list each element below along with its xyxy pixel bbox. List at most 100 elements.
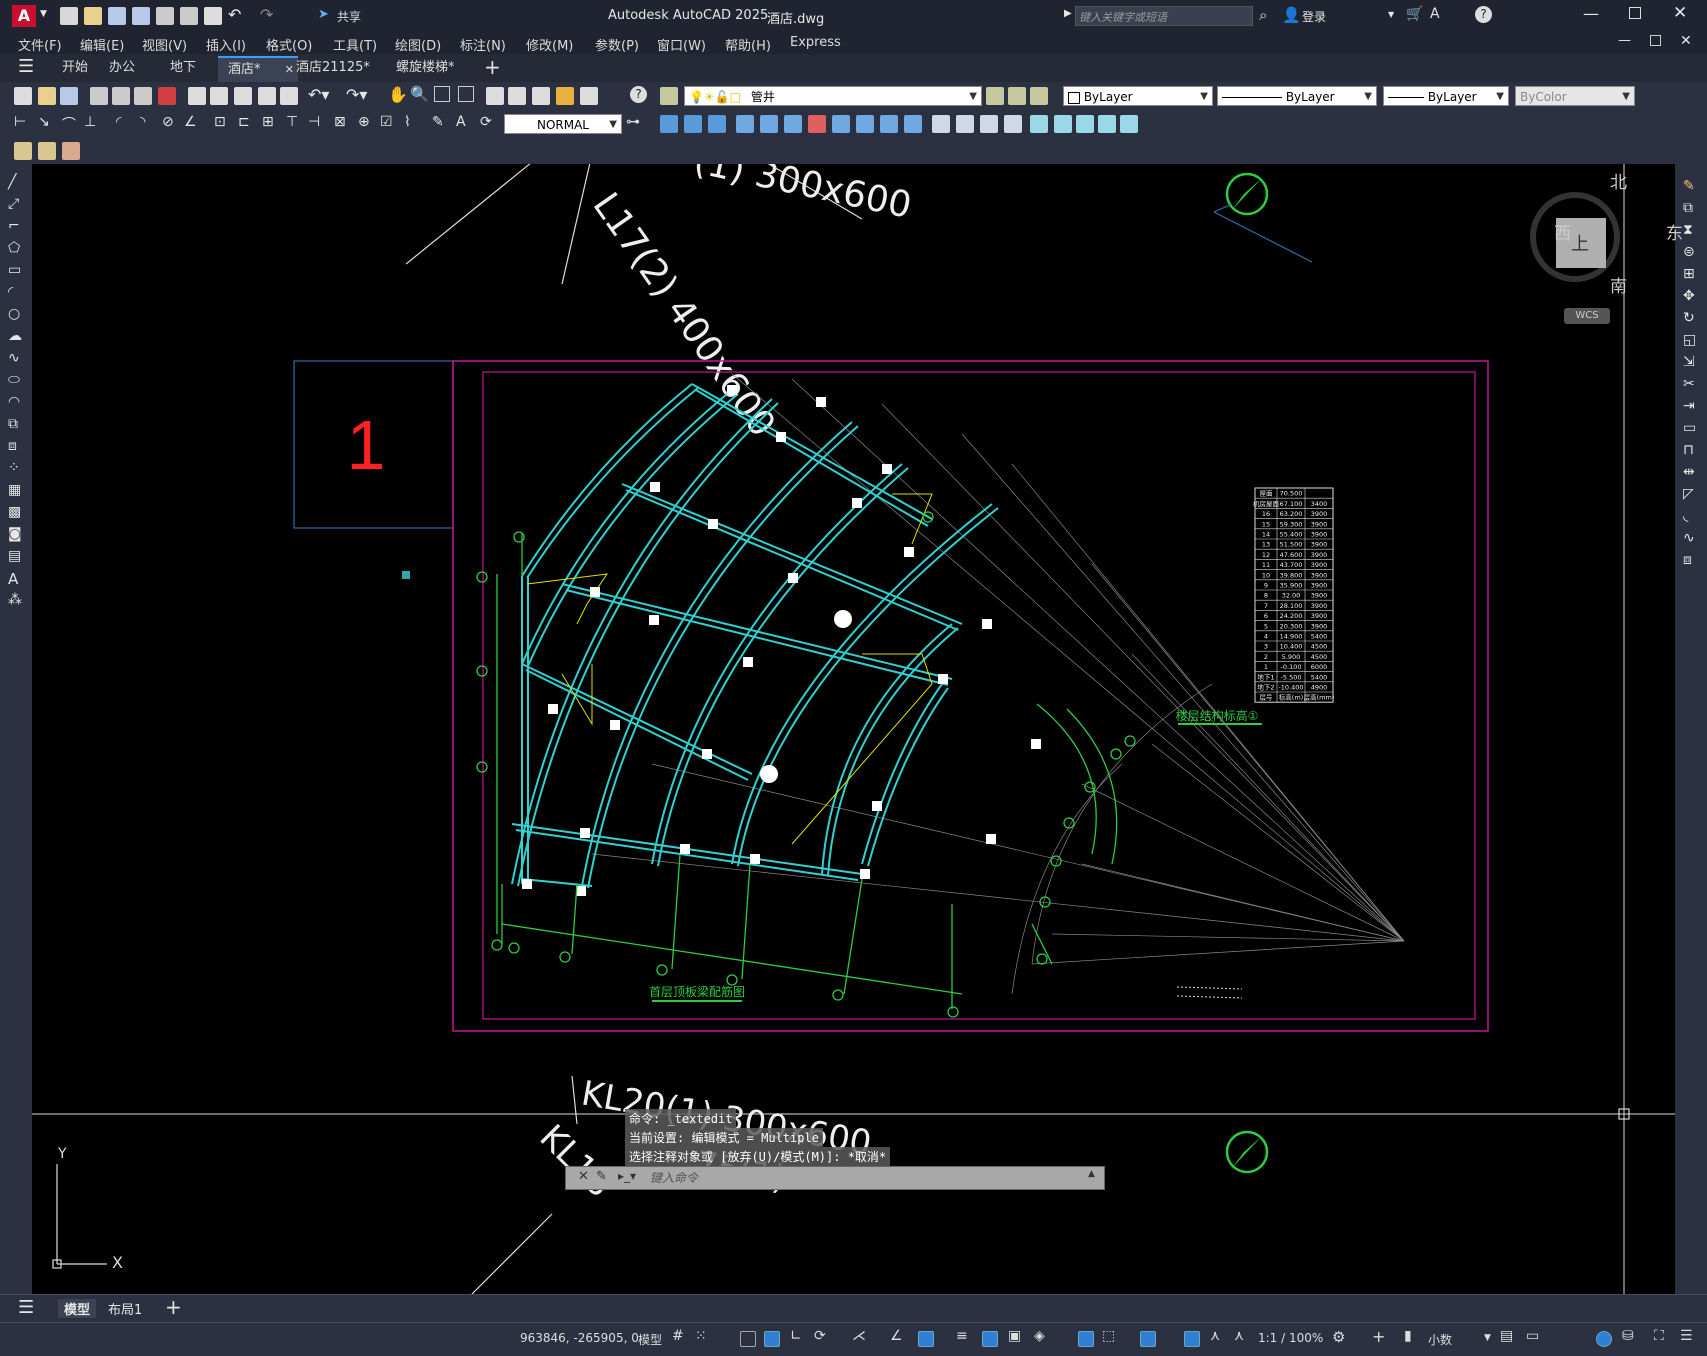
command-prompt-icon[interactable]: ▸_▾ <box>618 1169 636 1183</box>
cut-icon[interactable] <box>188 87 206 105</box>
dim-angular-icon[interactable]: ∠ <box>184 114 197 130</box>
isolate-objects-icon[interactable] <box>1596 1331 1612 1347</box>
design-center-icon[interactable] <box>508 87 526 105</box>
ucs-view-icon[interactable] <box>1076 115 1094 133</box>
save-as-icon[interactable] <box>132 7 150 25</box>
ellipse-icon[interactable]: ⬭ <box>8 372 20 388</box>
polar-icon[interactable]: ⟳ <box>814 1328 826 1344</box>
blend-icon[interactable]: ∿ <box>1683 530 1695 546</box>
dim-edit-icon[interactable]: ✎ <box>432 114 444 130</box>
tab-office[interactable]: 办公 <box>99 56 145 80</box>
viewcube-west[interactable]: 西 <box>1554 219 1571 244</box>
annotation-scale-sb-icon[interactable]: ⋏ <box>1234 1328 1244 1344</box>
dim-style-dropdown[interactable]: NORMAL ▼ <box>504 114 622 134</box>
quick-properties-icon[interactable]: ▤ <box>1500 1328 1513 1344</box>
drawing-canvas[interactable]: L17(2) 400x600 (1) 300x600 1 屋面 70.500 机… <box>32 164 1683 1294</box>
gradient-icon[interactable]: ▩ <box>8 504 21 520</box>
ucs-world-icon[interactable] <box>1054 115 1072 133</box>
dim-aligned-icon[interactable]: ↘ <box>38 114 50 130</box>
line-icon[interactable]: ╱ <box>8 174 16 190</box>
cart-icon[interactable]: 🛒 <box>1406 6 1423 22</box>
grip-square[interactable] <box>402 571 410 579</box>
copy-r-icon[interactable]: ⧉ <box>1683 200 1693 216</box>
dim-break-icon[interactable]: ⊣ <box>308 114 320 130</box>
region-icon[interactable]: ◙ <box>8 526 22 542</box>
maximize-icon[interactable] <box>1629 7 1641 19</box>
dim-update-icon[interactable]: ⟳ <box>480 114 492 130</box>
publish-tb-icon[interactable] <box>134 87 152 105</box>
annotation-scale-icon[interactable] <box>14 142 32 160</box>
autodesk-a360-icon[interactable]: A <box>1430 6 1440 22</box>
pan-icon[interactable]: ✋ <box>388 85 408 104</box>
undo-tb-icon[interactable]: ↶▾ <box>308 85 329 104</box>
expand-arrow-icon[interactable]: ▶ <box>1064 8 1072 19</box>
arc-icon[interactable]: ◜ <box>8 284 13 300</box>
revision-cloud-icon[interactable]: ☁ <box>8 328 22 344</box>
dynamic-input-icon[interactable] <box>764 1331 780 1347</box>
chamfer-icon[interactable]: ◸ <box>1683 486 1694 502</box>
ortho-icon[interactable]: ∟ <box>790 1328 802 1344</box>
view-side-icon[interactable] <box>956 115 974 133</box>
make-block-icon[interactable]: ⧈ <box>8 438 17 454</box>
erase-r-icon[interactable]: ✎ <box>1683 178 1695 194</box>
user-icon[interactable]: 👤 <box>1282 6 1301 24</box>
menu-tools[interactable]: 工具(T) <box>333 35 377 54</box>
hardware-accel-icon[interactable]: ⛁ <box>1622 1328 1634 1344</box>
inspection-icon[interactable]: ☑ <box>380 114 393 130</box>
viewcube[interactable]: 上 <box>1530 192 1620 282</box>
isodraft-icon[interactable]: ⋌ <box>852 1328 866 1344</box>
menu-help[interactable]: 帮助(H) <box>725 35 771 54</box>
app-logo[interactable]: A <box>12 5 36 27</box>
tab-hotel-21125[interactable]: 酒店21125* <box>286 56 380 80</box>
stretch-r-icon[interactable]: ⇲ <box>1683 354 1695 370</box>
layer-previous-icon[interactable] <box>1008 87 1026 105</box>
view-front-icon[interactable] <box>932 115 950 133</box>
selection-cycling-icon[interactable]: ▣ <box>1008 1328 1021 1344</box>
workspace-gear-icon[interactable]: ⚙ <box>1332 1328 1345 1346</box>
ungroup-icon[interactable] <box>904 115 922 133</box>
linetype-dropdown[interactable]: ByLayer ▼ <box>1217 86 1377 106</box>
view-top-icon[interactable] <box>980 115 998 133</box>
zoom-window-icon[interactable] <box>434 86 450 102</box>
dim-arc-icon[interactable]: ⌒ <box>62 114 76 134</box>
app-menu-chevron-icon[interactable]: ▼ <box>40 9 47 19</box>
close-icon[interactable]: ✕ <box>1673 3 1687 23</box>
selection-filter-icon[interactable]: ⬚ <box>1102 1328 1115 1344</box>
erase-icon[interactable] <box>808 115 826 133</box>
ucs-3point-icon[interactable] <box>1120 115 1138 133</box>
extend-icon[interactable]: ⇥ <box>1683 398 1695 414</box>
new-icon[interactable] <box>60 7 78 25</box>
qopen-icon[interactable] <box>38 87 56 105</box>
qnew-icon[interactable] <box>14 87 32 105</box>
add-selected-icon[interactable]: ⁂ <box>8 592 22 608</box>
table-icon[interactable]: ▤ <box>8 548 21 564</box>
snap-icon[interactable]: ⁙ <box>695 1328 707 1344</box>
sync-scale-icon[interactable] <box>62 142 80 160</box>
fillet-icon[interactable]: ◟ <box>1683 508 1688 524</box>
login-button[interactable]: 登录 <box>1302 8 1326 25</box>
spline-icon[interactable]: ∿ <box>8 350 20 366</box>
add-scale-icon[interactable] <box>38 142 56 160</box>
menu-format[interactable]: 格式(O) <box>266 35 312 54</box>
break-icon[interactable] <box>856 115 874 133</box>
menu-view[interactable]: 视图(V) <box>142 35 187 54</box>
trim-icon[interactable]: ✂ <box>1683 376 1695 392</box>
circle-icon[interactable]: ○ <box>8 306 20 322</box>
lineweight-icon[interactable]: ≡ <box>956 1328 968 1344</box>
publish-icon[interactable] <box>156 7 174 25</box>
annotation-monitor-icon[interactable]: + <box>1372 1327 1385 1346</box>
dim-radius-icon[interactable]: ◜ <box>116 114 121 130</box>
explode-icon[interactable]: ⧈ <box>1683 552 1692 568</box>
dim-diameter-icon[interactable]: ⊘ <box>162 114 174 130</box>
plotstyle-dropdown[interactable]: ByColor ▼ <box>1515 86 1635 106</box>
insert-block-icon[interactable]: ⧉ <box>8 416 18 432</box>
plot-tb-icon[interactable] <box>90 87 108 105</box>
infer-constraints-icon[interactable] <box>740 1331 756 1347</box>
units-chevron-icon[interactable]: ▼ <box>1484 1333 1491 1343</box>
quick-dim-icon[interactable]: ⊡ <box>214 114 226 130</box>
auto-scale-icon[interactable]: ⋏ <box>1210 1328 1220 1344</box>
tab-start[interactable]: 开始 <box>52 56 98 80</box>
units-value[interactable]: 小数 <box>1428 1331 1452 1348</box>
ucs-object-icon[interactable] <box>1098 115 1116 133</box>
rectangle-icon[interactable]: ▭ <box>8 262 21 278</box>
